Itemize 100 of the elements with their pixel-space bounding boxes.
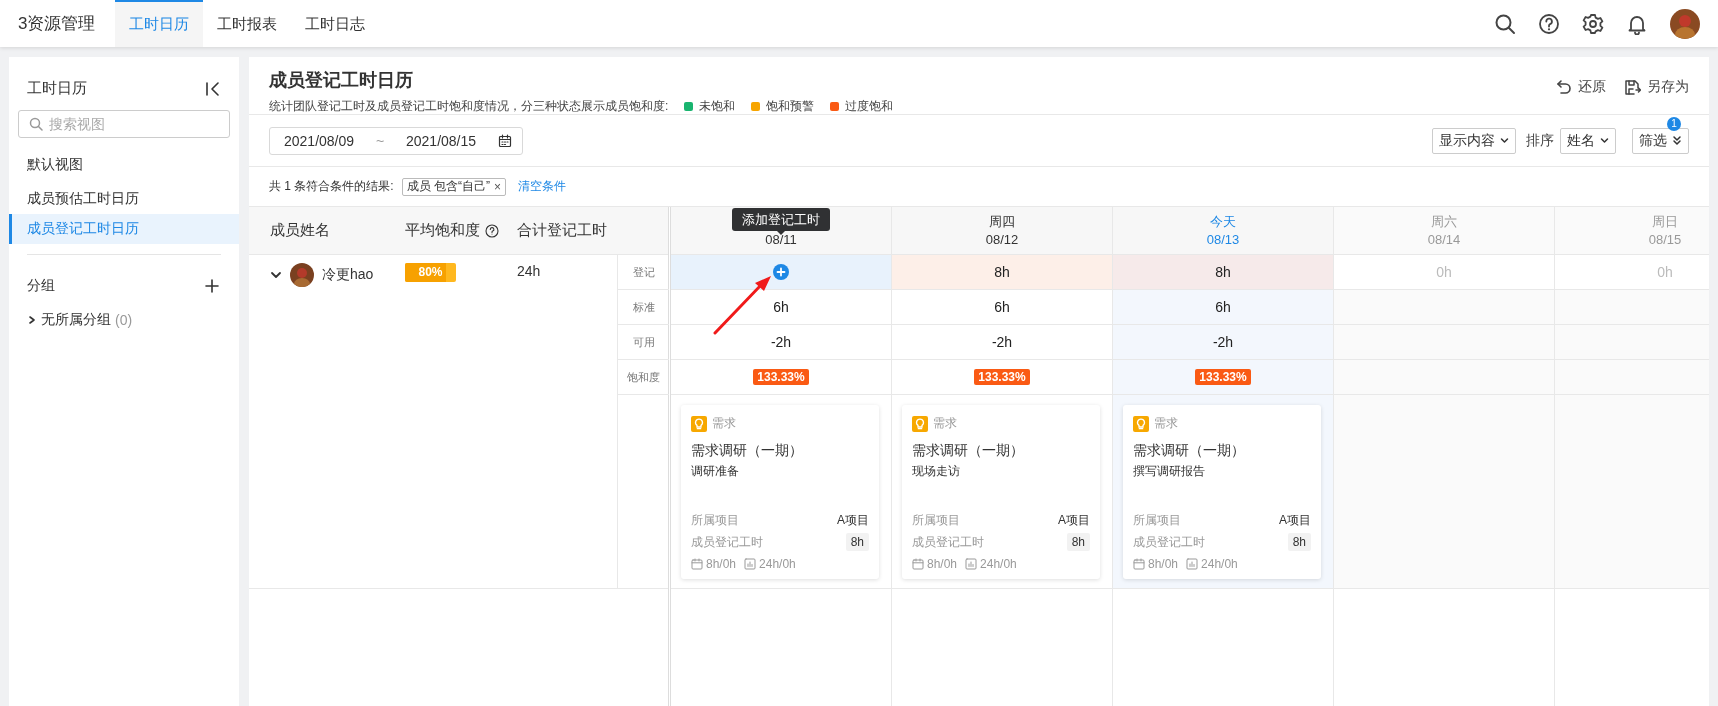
save-icon [1624, 78, 1641, 96]
save-as-button[interactable]: 另存为 [1624, 78, 1689, 96]
registered-hours: 8h [994, 264, 1010, 280]
help-icon[interactable] [485, 223, 499, 238]
row-label: 标准 [632, 299, 655, 315]
avatar-icon [290, 263, 314, 287]
nav-tab[interactable]: 工时报表 [203, 0, 292, 47]
sidebar-item[interactable]: 成员预估工时日历 [9, 184, 239, 214]
calendar-icon [497, 133, 512, 148]
saturation-value: 80% [417, 264, 444, 281]
column-header: 平均饱和度 [405, 221, 480, 240]
settings-icon[interactable] [1582, 12, 1604, 35]
planned-hours: 8h/0h [927, 557, 958, 571]
task-title[interactable]: 需求调研（一期） [691, 442, 869, 460]
planned-hours: 8h/0h [1148, 557, 1179, 571]
end-date: 2021/08/15 [406, 132, 477, 149]
task-type: 需求 [933, 415, 957, 432]
available-hours: -2h [991, 334, 1013, 350]
task-subtitle: 现场走访 [912, 463, 961, 480]
clear-filters-link[interactable]: 清空条件 [518, 178, 567, 195]
bar-chart-icon [965, 558, 978, 570]
field-label: 成员登记工时 [1133, 533, 1205, 551]
help-icon[interactable] [1538, 12, 1560, 35]
section-heading: 分组 [27, 277, 55, 295]
row-label: 登记 [632, 264, 655, 280]
avatar-icon[interactable] [1670, 8, 1700, 39]
page-description: 统计团队登记工时及成员登记工时饱和度情况，分三种状态展示成员饱和度: [269, 98, 669, 115]
row-label: 可用 [632, 334, 655, 350]
member-name: 冷更hao [322, 266, 374, 284]
nav-tab[interactable]: 工时日志 [291, 0, 380, 47]
date-label: 08/15 [1648, 231, 1682, 249]
registered-hours: 0h [1436, 264, 1452, 280]
collapse-icon[interactable] [205, 81, 221, 96]
result-count: 共 1 条符合条件的结果: [269, 178, 394, 195]
bar-chart-icon [744, 558, 757, 570]
group-item[interactable]: 无所属分组 (0) [9, 305, 239, 335]
group-count: (0) [115, 312, 133, 328]
planned-hours: 8h/0h [706, 557, 737, 571]
field-label: 所属项目 [912, 512, 960, 529]
project-name: A项目 [1058, 512, 1090, 529]
tag-close-button[interactable]: × [494, 179, 502, 194]
section-heading: 默认视图 [26, 155, 84, 174]
task-subtitle: 调研准备 [691, 463, 740, 480]
column-header: 合计登记工时 [517, 221, 607, 238]
add-icon[interactable] [205, 279, 219, 293]
project-name: A项目 [837, 512, 869, 529]
task-title[interactable]: 需求调研（一期） [912, 442, 1090, 460]
field-label: 所属项目 [1133, 512, 1181, 529]
search-icon [29, 117, 43, 131]
app-logo: 3资源管理 [18, 13, 96, 35]
sidebar-title: 工时日历 [27, 79, 87, 98]
count-badge: 1 [1667, 116, 1681, 131]
sort-select[interactable]: 姓名 [1560, 127, 1616, 154]
chevron-down-icon [1500, 136, 1509, 145]
weekday-label: 今天 [1210, 213, 1236, 231]
restore-button[interactable]: 还原 [1556, 78, 1606, 96]
date-label: 08/13 [1206, 231, 1240, 249]
display-content-select[interactable]: 显示内容 [1432, 127, 1516, 154]
project-name: A项目 [1279, 512, 1311, 529]
total-hours: 24h/0h [759, 557, 796, 571]
field-label: 成员登记工时 [912, 533, 984, 551]
standard-hours: 6h [773, 299, 789, 315]
nav-tab[interactable]: 工时日历 [115, 0, 204, 47]
task-subtitle: 撰写调研报告 [1133, 463, 1206, 480]
field-label: 成员登记工时 [691, 533, 763, 551]
saturation-badge: 133.33% [974, 369, 1030, 385]
saturation-badge: 133.33% [1195, 369, 1251, 385]
search-field[interactable]: 搜索视图 [18, 110, 230, 138]
lightbulb-icon [691, 415, 707, 432]
field-label: 所属项目 [691, 512, 739, 529]
hours-value: 8h [1287, 533, 1311, 551]
total-hours: 24h/0h [1201, 557, 1238, 571]
weekday-label: 周六 [1431, 213, 1457, 231]
task-type: 需求 [712, 415, 736, 432]
filter-button[interactable]: 筛选 [1632, 127, 1689, 154]
available-hours: -2h [1212, 334, 1234, 350]
double-chevron-icon [1672, 135, 1682, 146]
lightbulb-icon [912, 415, 928, 432]
chevron-icon[interactable] [270, 269, 282, 281]
add-circle-icon[interactable] [773, 264, 789, 280]
start-date: 2021/08/09 [284, 132, 355, 149]
page-title: 成员登记工时日历 [269, 69, 414, 92]
group-name: 无所属分组 [41, 311, 111, 329]
filter-tag-label: 成员 包含“自己” [406, 178, 490, 195]
search-icon[interactable] [1494, 12, 1516, 35]
column-header: 成员姓名 [270, 221, 330, 238]
calendar-icon [691, 558, 703, 570]
standard-hours: 6h [1215, 299, 1231, 315]
tooltip: 添加登记工时 [732, 208, 830, 235]
task-title[interactable]: 需求调研（一期） [1133, 442, 1311, 460]
chevron-down-icon [1600, 136, 1609, 145]
legend-label: 过度饱和 [845, 98, 894, 115]
row-label: 饱和度 [627, 369, 660, 385]
date-label: 08/12 [985, 231, 1019, 249]
calendar-icon [912, 558, 924, 570]
total-hours: 24h/0h [980, 557, 1017, 571]
weekday-label: 周四 [989, 213, 1015, 231]
available-hours: -2h [770, 334, 792, 350]
legend-label: 未饱和 [699, 98, 736, 115]
date-range-field[interactable]: 2021/08/09 ~ 2021/08/15 [269, 126, 523, 155]
